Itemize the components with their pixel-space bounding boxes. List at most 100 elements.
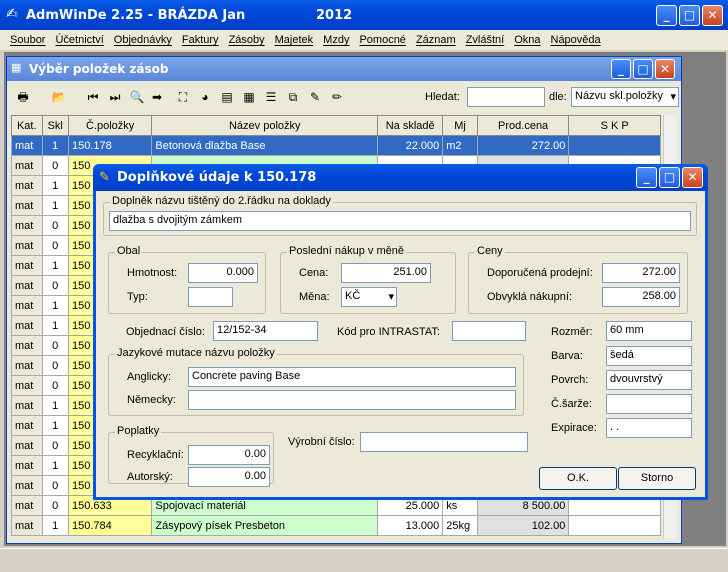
column-header[interactable]: Kat. [11, 115, 43, 136]
arrow-right-icon[interactable]: ➡ [147, 87, 167, 107]
menu-item[interactable]: Pomocné [359, 34, 405, 46]
column-header[interactable]: Prod.cena [476, 115, 570, 136]
child-close-icon[interactable]: ✕ [655, 59, 675, 79]
print-icon[interactable]: 🖶 [13, 87, 33, 107]
vyrobni-input[interactable] [360, 432, 528, 452]
expirace-label: Expirace: [551, 422, 597, 434]
nemecky-label: Německy: [127, 394, 176, 406]
table-icon[interactable]: ▦ [239, 87, 259, 107]
cena-input[interactable]: 251.00 [341, 263, 431, 283]
child-maximize-icon[interactable]: □ [633, 59, 653, 79]
search-label: Hledat: [425, 91, 460, 103]
select-icon[interactable]: ⛶ [173, 87, 193, 107]
doplnek-input[interactable]: dlažba s dvojitým zámkem [109, 211, 691, 231]
child-titlebar[interactable]: ▦ Výběr položek zásob _ □ ✕ [7, 57, 681, 81]
menu-item[interactable]: Objednávky [114, 34, 172, 46]
doporucena-input[interactable]: 272.00 [602, 263, 680, 283]
search-icon[interactable]: 🔍 [127, 87, 147, 107]
menu-item[interactable]: Mzdy [323, 34, 349, 46]
filter-icon[interactable]: ✎ [305, 87, 325, 107]
table-cell: 150.784 [67, 515, 153, 536]
table-row[interactable]: mat 1 150.784 Zásypový písek Presbeton 13.00… [11, 515, 661, 536]
table-cell: mat [11, 415, 43, 436]
typ-input[interactable] [188, 287, 233, 307]
sarze-input[interactable] [606, 394, 692, 414]
column-header[interactable]: Č.položky [67, 115, 153, 136]
table-cell: 1 [41, 195, 69, 216]
anglicky-input[interactable]: Concrete paving Base [188, 367, 516, 387]
rozmer-input[interactable]: 60 mm [606, 321, 692, 341]
ok-button[interactable]: O.K. [539, 467, 617, 490]
table-cell: mat [11, 375, 43, 396]
table-cell: mat [11, 355, 43, 376]
dialog-close-icon[interactable]: ✕ [682, 167, 703, 188]
ceny-group: Ceny Doporučená prodejní: 272.00 Obvyklá… [468, 245, 688, 314]
povrch-input[interactable]: dvouvrstvý [606, 370, 692, 390]
last-record-icon[interactable]: ⏭ [105, 87, 125, 107]
close-icon[interactable]: ✕ [702, 5, 723, 26]
obvykla-input[interactable]: 258.00 [602, 287, 680, 307]
recyklacni-input[interactable]: 0.00 [188, 445, 270, 465]
column-header[interactable]: Mj [442, 115, 478, 136]
obal-group: Obal Hmotnost: 0.000 Typ: [108, 245, 266, 314]
copy-icon[interactable]: ⧉ [283, 87, 303, 107]
minimize-icon[interactable]: _ [656, 5, 677, 26]
app-title: AdmWinDe 2.25 - BRÁZDA Jan [26, 8, 246, 23]
menu-item[interactable]: Majetek [275, 34, 314, 46]
child-minimize-icon[interactable]: _ [611, 59, 631, 79]
open-folder-icon[interactable]: 📂 [49, 87, 69, 107]
column-header[interactable]: S K P [568, 115, 661, 136]
mena-value: KČ [345, 290, 361, 302]
calculator-icon[interactable]: ▤ [217, 87, 237, 107]
menu-item[interactable]: Účetnictví [55, 34, 103, 46]
chevron-down-icon[interactable]: ▾ [670, 90, 676, 103]
objednaci-input[interactable]: 12/152-34 [213, 321, 318, 341]
hmotnost-input[interactable]: 0.000 [188, 263, 258, 283]
pencil-icon[interactable]: ✏ [327, 87, 347, 107]
poplatky-title: Poplatky [115, 425, 162, 437]
main-titlebar[interactable]: ✍ AdmWinDe 2.25 - BRÁZDA Jan 2012 _ □ ✕ [0, 0, 728, 30]
dialog-minimize-icon[interactable]: _ [636, 167, 657, 188]
doporucena-label: Doporučená prodejní: [487, 267, 593, 279]
menu-item[interactable]: Záznam [416, 34, 456, 46]
dialog-titlebar[interactable]: ✎ Doplňkové údaje k 150.178 _ □ ✕ [93, 164, 708, 191]
doplnek-label: Doplněk názvu tištěný do 2.řádku na dokl… [110, 195, 333, 207]
pie-chart-icon[interactable]: ◕ [195, 87, 215, 107]
column-header[interactable]: Název položky [151, 115, 379, 136]
maximize-icon[interactable]: □ [679, 5, 700, 26]
table-row[interactable]: mat 1 150.178 Betonová dlažba Base 22.000 m2 2… [11, 135, 661, 156]
chevron-down-icon[interactable]: ▾ [388, 290, 394, 303]
table-cell: 1 [41, 395, 69, 416]
hmotnost-label: Hmotnost: [127, 267, 178, 279]
search-input[interactable] [467, 87, 545, 107]
list-icon[interactable]: ☰ [261, 87, 281, 107]
menu-item[interactable]: Faktury [182, 34, 219, 46]
first-record-icon[interactable]: ⏮ [83, 87, 103, 107]
expirace-input[interactable]: . . [606, 418, 692, 438]
menu-item[interactable]: Zvláštní [466, 34, 505, 46]
nemecky-input[interactable] [188, 390, 516, 410]
menu-item[interactable]: Nápověda [551, 34, 601, 46]
column-header[interactable]: Na skladě [377, 115, 444, 136]
column-header[interactable]: Skl [41, 115, 69, 136]
menu-item[interactable]: Okna [514, 34, 540, 46]
table-cell: mat [11, 515, 43, 536]
menu-item[interactable]: Soubor [10, 34, 45, 46]
objednaci-label: Objednací číslo: [126, 326, 205, 338]
autorsky-input[interactable]: 0.00 [188, 467, 270, 487]
search-by-select[interactable]: Názvu skl.položky ▾ [571, 87, 679, 107]
menu-item[interactable]: Zásoby [229, 34, 265, 46]
intrastat-input[interactable] [452, 321, 526, 341]
table-cell: 0 [41, 275, 69, 296]
obvykla-label: Obvyklá nákupní: [487, 291, 572, 303]
dialog-icon: ✎ [99, 170, 110, 185]
barva-input[interactable]: šedá [606, 346, 692, 366]
table-cell: 0 [41, 375, 69, 396]
cena-label: Cena: [299, 267, 329, 279]
povrch-label: Povrch: [551, 374, 589, 386]
mena-select[interactable]: KČ ▾ [341, 287, 397, 307]
storno-button[interactable]: Storno [618, 467, 696, 490]
ceny-title: Ceny [475, 245, 505, 257]
dialog-maximize-icon[interactable]: □ [659, 167, 680, 188]
anglicky-label: Anglicky: [127, 371, 172, 383]
